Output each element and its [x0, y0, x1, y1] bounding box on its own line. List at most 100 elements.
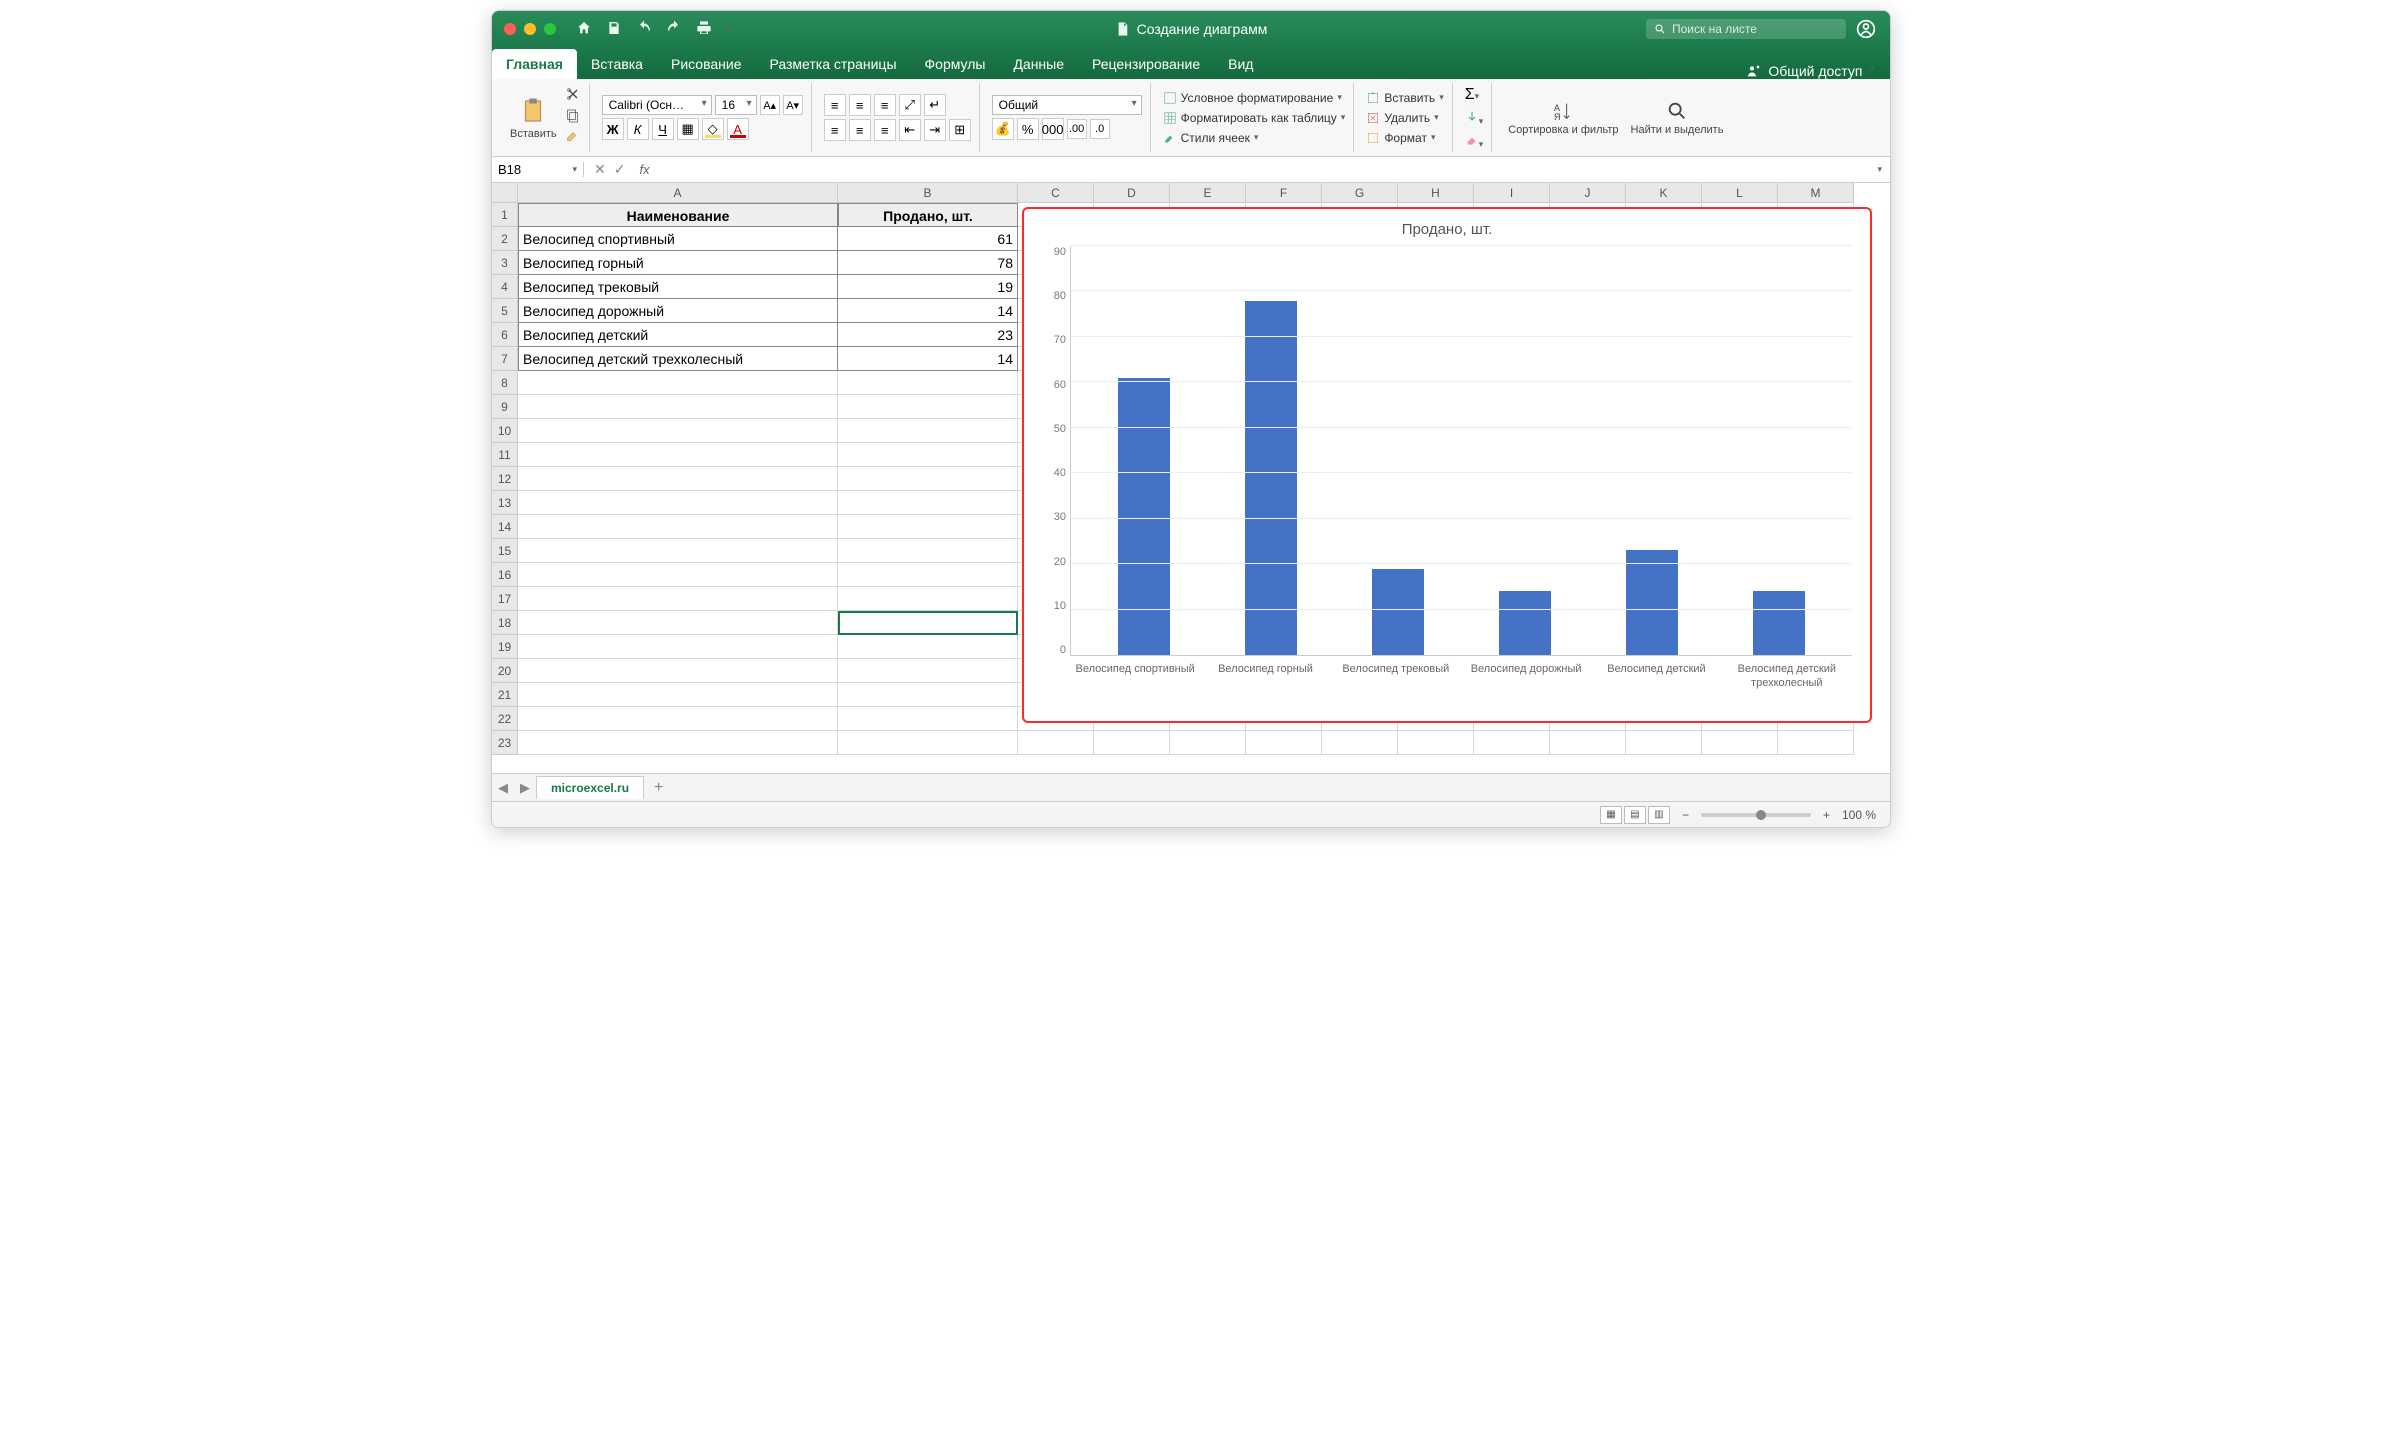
row-header[interactable]: 13	[492, 491, 518, 515]
underline-button[interactable]: Ч	[652, 118, 674, 140]
row-header[interactable]: 10	[492, 419, 518, 443]
worksheet-area[interactable]: 1234567891011121314151617181920212223 AB…	[492, 183, 1890, 773]
cell[interactable]	[518, 443, 838, 467]
bold-button[interactable]: Ж	[602, 118, 624, 140]
increase-indent-button[interactable]: ⇥	[924, 119, 946, 141]
align-left-button[interactable]: ≡	[824, 119, 846, 141]
cell[interactable]	[1778, 731, 1854, 755]
row-header[interactable]: 6	[492, 323, 518, 347]
chart-bar[interactable]	[1118, 378, 1170, 655]
formula-input[interactable]	[654, 162, 1870, 177]
cell[interactable]	[838, 491, 1018, 515]
cell[interactable]	[838, 515, 1018, 539]
currency-button[interactable]: 💰	[992, 118, 1014, 140]
undo-icon[interactable]	[636, 20, 652, 39]
row-header[interactable]: 22	[492, 707, 518, 731]
cell[interactable]: Велосипед горный	[518, 251, 838, 275]
cell[interactable]	[518, 563, 838, 587]
fill-button[interactable]: ▾	[1465, 110, 1484, 127]
cell[interactable]	[838, 539, 1018, 563]
cell[interactable]: Велосипед детский	[518, 323, 838, 347]
cell[interactable]	[518, 419, 838, 443]
font-color-button[interactable]: A	[727, 118, 749, 140]
chart-bar[interactable]	[1245, 301, 1297, 655]
cell[interactable]	[838, 611, 1018, 635]
next-sheet-button[interactable]: ▶	[514, 780, 536, 796]
row-header[interactable]: 3	[492, 251, 518, 275]
row-header[interactable]: 4	[492, 275, 518, 299]
cell[interactable]	[1018, 731, 1094, 755]
align-top-button[interactable]: ≡	[824, 94, 846, 116]
minimize-window-button[interactable]	[524, 23, 536, 35]
add-sheet-button[interactable]: +	[644, 779, 673, 797]
chart-object[interactable]: Продано, шт. 9080706050403020100 Велосип…	[1022, 207, 1872, 723]
tab-данные[interactable]: Данные	[999, 49, 1078, 79]
normal-view-button[interactable]: ▦	[1600, 806, 1622, 824]
print-icon[interactable]	[696, 20, 712, 39]
cell[interactable]	[518, 683, 838, 707]
page-layout-view-button[interactable]: ▤	[1624, 806, 1646, 824]
column-header[interactable]: E	[1170, 183, 1246, 203]
tab-формулы[interactable]: Формулы	[911, 49, 1000, 79]
user-icon[interactable]	[1856, 19, 1876, 39]
comma-button[interactable]: 000	[1042, 118, 1064, 140]
sort-filter-button[interactable]: AЯ Сортировка и фильтр	[1504, 98, 1622, 138]
cell[interactable]: 14	[838, 299, 1018, 323]
cell[interactable]: 23	[838, 323, 1018, 347]
font-name-select[interactable]: Calibri (Осн…	[602, 95, 712, 115]
chart-bar[interactable]	[1372, 569, 1424, 655]
cell[interactable]: Продано, шт.	[838, 203, 1018, 227]
cell[interactable]	[1702, 731, 1778, 755]
cell[interactable]	[518, 635, 838, 659]
cell[interactable]	[1474, 731, 1550, 755]
cell[interactable]	[838, 659, 1018, 683]
column-header[interactable]: B	[838, 183, 1018, 203]
row-header[interactable]: 8	[492, 371, 518, 395]
row-header[interactable]: 11	[492, 443, 518, 467]
row-header[interactable]: 12	[492, 467, 518, 491]
qat-customize-icon[interactable]: ▾	[726, 24, 731, 35]
tab-вид[interactable]: Вид	[1214, 49, 1267, 79]
search-input[interactable]	[1672, 22, 1832, 36]
row-header[interactable]: 21	[492, 683, 518, 707]
column-header[interactable]: K	[1626, 183, 1702, 203]
clear-button[interactable]: ▾	[1465, 133, 1484, 150]
column-header[interactable]: C	[1018, 183, 1094, 203]
cell[interactable]	[518, 395, 838, 419]
column-header[interactable]: M	[1778, 183, 1854, 203]
align-center-button[interactable]: ≡	[849, 119, 871, 141]
cell[interactable]: Велосипед трековый	[518, 275, 838, 299]
tab-главная[interactable]: Главная	[492, 49, 577, 79]
row-header[interactable]: 20	[492, 659, 518, 683]
tab-разметка страницы[interactable]: Разметка страницы	[756, 49, 911, 79]
zoom-in-button[interactable]: +	[1823, 808, 1830, 822]
format-painter-icon[interactable]	[565, 130, 581, 149]
decrease-decimal-button[interactable]: .0	[1090, 119, 1110, 139]
cell[interactable]: 78	[838, 251, 1018, 275]
find-select-button[interactable]: Найти и выделить	[1627, 98, 1728, 138]
row-header[interactable]: 15	[492, 539, 518, 563]
cell[interactable]	[518, 515, 838, 539]
zoom-slider[interactable]	[1701, 813, 1811, 817]
close-window-button[interactable]	[504, 23, 516, 35]
home-icon[interactable]	[576, 20, 592, 39]
column-header[interactable]: H	[1398, 183, 1474, 203]
row-header[interactable]: 16	[492, 563, 518, 587]
save-icon[interactable]	[606, 20, 622, 39]
row-header[interactable]: 17	[492, 587, 518, 611]
cell[interactable]	[518, 467, 838, 491]
autosum-button[interactable]: Σ▾	[1465, 86, 1484, 104]
increase-font-button[interactable]: A▴	[760, 95, 780, 115]
row-header[interactable]: 19	[492, 635, 518, 659]
italic-button[interactable]: К	[627, 118, 649, 140]
paste-button[interactable]: Вставить	[506, 94, 561, 142]
wrap-text-button[interactable]: ↵	[924, 94, 946, 116]
row-header[interactable]: 9	[492, 395, 518, 419]
column-header[interactable]: F	[1246, 183, 1322, 203]
cell[interactable]	[838, 635, 1018, 659]
cell[interactable]	[518, 587, 838, 611]
cell[interactable]	[838, 371, 1018, 395]
cell[interactable]	[1322, 731, 1398, 755]
borders-button[interactable]: ▦	[677, 118, 699, 140]
row-header[interactable]: 23	[492, 731, 518, 755]
